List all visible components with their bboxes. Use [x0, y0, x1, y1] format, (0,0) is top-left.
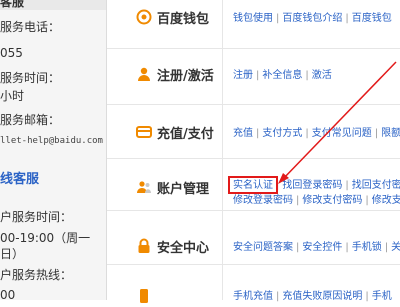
annotation-arrow — [278, 61, 397, 184]
